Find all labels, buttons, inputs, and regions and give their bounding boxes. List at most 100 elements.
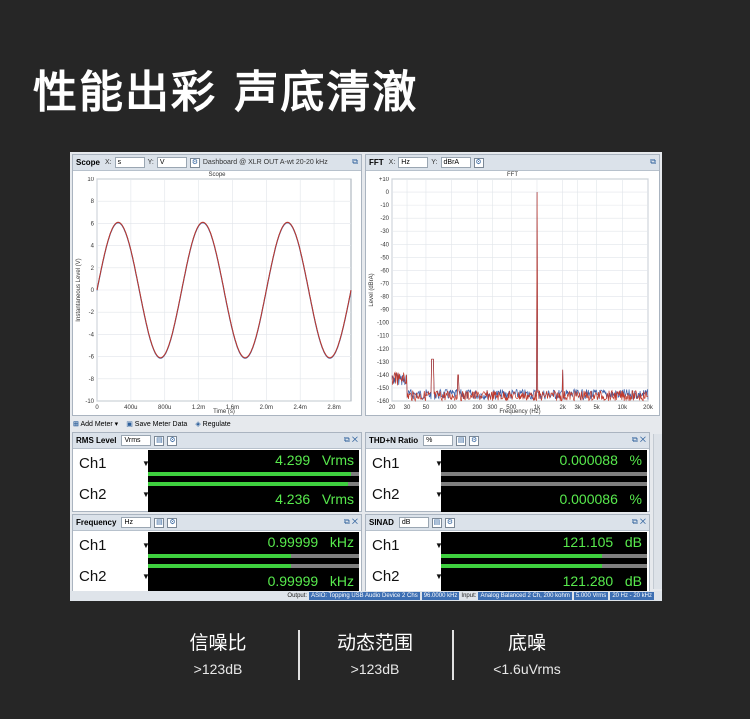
scope-ytick: 10 — [87, 177, 94, 183]
spec-summary: 信噪比 >123dB 动态范围 >123dB 底噪 <1.6uVrms — [0, 628, 750, 688]
add-meter-label: Add Meter — [80, 421, 113, 428]
freq-ch2-display: 0.99999 kHz — [148, 563, 359, 594]
fft-ytick: -130 — [377, 360, 390, 366]
sinad-ch2-display: 121.280 dB — [441, 563, 647, 594]
rms-ch1-row: Ch1 ▼ 4.299 Vrms — [73, 450, 361, 481]
fft-xlabel: Frequency (Hz) — [499, 409, 540, 415]
status-input-level[interactable]: 5.000 Vrms — [573, 592, 609, 600]
scope-ytick: -2 — [89, 310, 95, 316]
sinad-meter-pane: SINAD dB ▤ ⚙ ⧉ ✕ Ch1 ▼ 121.105 dB Ch2 ▼ … — [365, 514, 650, 594]
fft-x-unit-select[interactable]: Hz — [398, 157, 429, 168]
thdn-meter-toolbar: THD+N Ratio % ▤ ⚙ — [366, 433, 649, 449]
meters-scrollbar[interactable] — [653, 434, 662, 589]
scope-settings-icon[interactable]: ⚙ — [189, 157, 200, 168]
sinad-ch2-level-bar — [441, 564, 602, 568]
freq-ch1-row: Ch1 ▼ 0.99999 kHz — [73, 532, 361, 563]
freq-meter-pane: Frequency Hz ▤ ⚙ ⧉ ✕ Ch1 ▼ 0.99999 kHz C… — [72, 514, 362, 594]
rms-graph-icon[interactable]: ▤ — [154, 435, 165, 446]
thdn-settings-icon[interactable]: ⚙ — [469, 435, 480, 446]
fft-ytick: +10 — [379, 177, 390, 183]
status-output-rate[interactable]: 96.0000 kHz — [421, 592, 460, 600]
thdn-unit-select[interactable]: % — [423, 435, 454, 446]
freq-graph-icon[interactable]: ▤ — [154, 517, 165, 528]
status-output-device[interactable]: ASIO: Topping USB Audio Device 2 Chs — [309, 592, 420, 600]
scope-ytick: -8 — [89, 377, 95, 383]
scope-xtick: 2.4m — [294, 405, 307, 411]
freq-ch2-row: Ch2 ▼ 0.99999 kHz — [73, 563, 361, 594]
freq-meter-toolbar: Frequency Hz ▤ ⚙ — [73, 515, 361, 531]
status-input-band[interactable]: 20 Hz - 20 kHz — [610, 592, 654, 600]
add-meter-button[interactable]: ⊞ Add Meter ▾ — [73, 420, 118, 428]
fft-popout-icon[interactable]: ⧉ — [650, 157, 656, 167]
fft-y-unit-select[interactable]: dBrA — [440, 157, 471, 168]
scope-ytick: 0 — [91, 288, 95, 294]
scope-xtick: 400u — [124, 405, 137, 411]
spec-snr-value: >123dB — [193, 661, 243, 677]
banner-title: 性能出彩 声底清澈 — [33, 67, 419, 118]
fft-xtick: 20 — [389, 405, 396, 411]
sinad-unit-select[interactable]: dB — [398, 517, 429, 528]
scope-ytick: 8 — [91, 199, 95, 205]
sinad-window-controls[interactable]: ⧉ ✕ — [632, 517, 646, 527]
fft-ytick: -60 — [380, 268, 389, 274]
scope-ytick: -4 — [89, 332, 95, 338]
scope-x-unit-select[interactable]: s — [114, 157, 145, 168]
scope-x-label: X: — [105, 159, 112, 166]
save-meter-label: Save Meter Data — [134, 421, 188, 428]
scope-title: Scope — [76, 158, 101, 167]
fft-ytick: -10 — [380, 203, 389, 209]
scope-ytick: 6 — [91, 221, 95, 227]
rms-meter-toolbar: RMS Level Vrms ▤ ⚙ — [73, 433, 361, 449]
thdn-graph-icon[interactable]: ▤ — [456, 435, 467, 446]
sinad-ch1-display: 121.105 dB — [441, 532, 647, 563]
regulate-button[interactable]: ◈ Regulate — [195, 420, 230, 428]
fft-xtick: 50 — [423, 405, 430, 411]
spec-dynamic-range-label: 动态范围 — [336, 632, 413, 654]
fft-xtick: 2k — [559, 405, 566, 411]
sinad-graph-icon[interactable]: ▤ — [431, 517, 442, 528]
sinad-ch2-label: Ch2 — [372, 568, 400, 585]
scope-xtick: 0 — [95, 405, 99, 411]
thdn-ch2-label: Ch2 — [372, 486, 400, 503]
fft-title: FFT — [369, 158, 384, 167]
save-icon: ▣ — [126, 421, 133, 428]
freq-settings-icon[interactable]: ⚙ — [167, 517, 178, 528]
fft-xtick: 100 — [447, 405, 458, 411]
rms-settings-icon[interactable]: ⚙ — [167, 435, 178, 446]
thdn-ch2-row: Ch2 ▼ 0.000086 % — [366, 481, 649, 512]
regulate-label: Regulate — [202, 421, 231, 428]
thdn-ch2-display: 0.000086 % — [441, 481, 647, 512]
scope-y-unit-select[interactable]: V — [156, 157, 187, 168]
rms-ch2-value: 4.236 Vrms — [275, 491, 354, 507]
meter-toolbar: ⊞ Add Meter ▾ ▣ Save Meter Data ◈ Regula… — [70, 417, 662, 431]
save-meter-data-button[interactable]: ▣ Save Meter Data — [126, 420, 187, 428]
thdn-ch1-row: Ch1 ▼ 0.000088 % — [366, 450, 649, 481]
fft-settings-icon[interactable]: ⚙ — [473, 157, 484, 168]
status-input-device[interactable]: Analog Balanced 2 Ch, 200 kohm — [478, 592, 572, 600]
freq-window-controls[interactable]: ⧉ ✕ — [344, 517, 358, 527]
scope-toolbar: Scope X: s Y: V ⚙ Dashboard @ XLR OUT A-… — [73, 155, 361, 171]
rms-ch2-level-bar — [148, 482, 349, 486]
rms-ch1-display: 4.299 Vrms — [148, 450, 359, 481]
fft-ytick: 0 — [386, 190, 390, 196]
fft-chart: +10 0 -10 -20 -30 -40 -50 -60 -70 -80 -90 -100 -110 -… — [369, 177, 654, 415]
fft-xtick: 3k — [575, 405, 582, 411]
thdn-window-controls[interactable]: ⧉ ✕ — [632, 435, 646, 445]
rms-unit-select[interactable]: Vrms — [121, 435, 152, 446]
freq-ch1-level-bar — [148, 554, 292, 558]
regulate-icon: ◈ — [195, 421, 201, 428]
scope-xtick: 2.0m — [260, 405, 273, 411]
scope-xtick: 1.2m — [192, 405, 205, 411]
scope-ylabel: Instantaneous Level (V) — [76, 258, 82, 321]
fft-ytick: -30 — [380, 229, 389, 235]
sinad-ch1-row: Ch1 ▼ 121.105 dB — [366, 532, 649, 563]
fft-toolbar: FFT X: Hz Y: dBrA ⚙ — [366, 155, 659, 171]
analyzer-window: Scope X: s Y: V ⚙ Dashboard @ XLR OUT A-… — [70, 152, 662, 601]
fft-x-label: X: — [388, 159, 396, 166]
scope-popout-icon[interactable]: ⧉ — [352, 157, 358, 167]
freq-unit-select[interactable]: Hz — [121, 517, 152, 528]
freq-ch2-level-bar — [148, 564, 292, 568]
fft-xtick: 200 — [472, 405, 483, 411]
sinad-settings-icon[interactable]: ⚙ — [444, 517, 455, 528]
rms-window-controls[interactable]: ⧉ ✕ — [344, 435, 358, 445]
